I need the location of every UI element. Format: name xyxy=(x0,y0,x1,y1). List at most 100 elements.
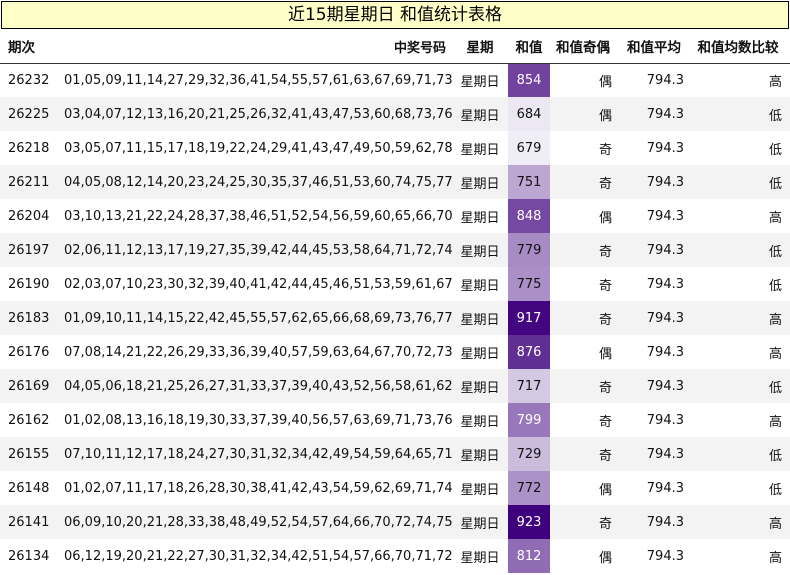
cell-period: 26148 xyxy=(8,480,50,496)
cell-compare: 低 xyxy=(768,142,782,158)
cell-period: 26155 xyxy=(0,437,54,471)
cell-average: 794.3 xyxy=(620,233,690,267)
table-row: 26134 06,12,19,20,21,22,27,30,31,32,34,42… xyxy=(0,539,790,573)
cell-period: 26141 xyxy=(0,505,54,539)
table-row: 26155 07,10,11,12,17,18,24,27,30,31,32,34… xyxy=(0,437,790,471)
cell-weekday: 星期日 xyxy=(460,210,500,226)
cell-weekday: 星期日 xyxy=(460,482,500,498)
header-average: 和值平均 xyxy=(620,30,690,64)
cell-weekday: 星期日 xyxy=(460,414,500,430)
cell-sum: 717 xyxy=(508,369,550,403)
cell-numbers: 01,09,10,11,14,15,22,42,45,55,57,62,65,6… xyxy=(54,301,452,335)
cell-average: 794.3 xyxy=(620,437,690,471)
cell-parity: 奇 xyxy=(550,165,620,199)
cell-period: 26218 xyxy=(8,140,50,156)
cell-numbers: 04,05,08,12,14,20,23,24,25,30,35,37,46,5… xyxy=(54,165,452,199)
cell-numbers: 07,08,14,21,22,26,29,33,36,39,40,57,59,6… xyxy=(64,344,452,360)
cell-sum: 729 xyxy=(508,437,550,471)
cell-compare: 低 xyxy=(690,165,790,199)
cell-parity: 偶 xyxy=(598,482,612,498)
cell-sum: 751 xyxy=(508,165,550,199)
cell-compare: 低 xyxy=(768,482,782,498)
cell-period: 26232 xyxy=(8,72,50,88)
cell-period: 26162 xyxy=(8,412,50,428)
cell-period: 26134 xyxy=(8,548,50,564)
cell-average: 794.3 xyxy=(620,505,690,539)
cell-sum: 876 xyxy=(508,335,550,369)
cell-weekday: 星期日 xyxy=(452,165,508,199)
cell-numbers: 03,10,13,21,22,24,28,37,38,46,51,52,54,5… xyxy=(64,208,452,224)
cell-weekday: 星期日 xyxy=(452,233,508,267)
cell-compare: 高 xyxy=(768,210,782,226)
cell-numbers: 03,05,07,11,15,17,18,19,22,24,29,41,43,4… xyxy=(64,140,452,156)
cell-numbers: 07,10,11,12,17,18,24,27,30,31,32,34,42,4… xyxy=(54,437,452,471)
cell-numbers: 06,09,10,20,21,28,33,38,48,49,52,54,57,6… xyxy=(54,505,452,539)
cell-weekday: 星期日 xyxy=(452,301,508,335)
cell-compare: 低 xyxy=(690,369,790,403)
cell-compare: 高 xyxy=(768,550,782,566)
header-period: 期次 xyxy=(0,30,54,64)
cell-numbers: 01,02,07,11,17,18,26,28,30,38,41,42,43,5… xyxy=(64,480,452,496)
cell-parity: 奇 xyxy=(550,437,620,471)
cell-parity: 偶 xyxy=(598,550,612,566)
table-row: 26225 03,04,07,12,13,16,20,21,25,26,32,41… xyxy=(0,97,790,131)
cell-sum: 923 xyxy=(508,505,550,539)
cell-numbers: 01,05,09,11,14,27,29,32,36,41,54,55,57,6… xyxy=(64,72,452,88)
cell-weekday: 星期日 xyxy=(452,437,508,471)
cell-average: 794.3 xyxy=(646,548,684,564)
cell-compare: 低 xyxy=(690,437,790,471)
cell-period: 26197 xyxy=(0,233,54,267)
cell-average: 794.3 xyxy=(646,480,684,496)
cell-weekday: 星期日 xyxy=(452,505,508,539)
cell-parity: 奇 xyxy=(598,278,612,294)
cell-average: 794.3 xyxy=(620,97,690,131)
cell-average: 794.3 xyxy=(646,208,684,224)
cell-weekday: 星期日 xyxy=(460,550,500,566)
cell-parity: 偶 xyxy=(550,97,620,131)
cell-weekday: 星期日 xyxy=(460,278,500,294)
table-title: 近15期星期日 和值统计表格 xyxy=(1,1,789,29)
page: 近15期星期日 和值统计表格 期次 中奖号码 星期 和值 和值奇偶 和值平均 和… xyxy=(0,0,790,575)
cell-period: 26204 xyxy=(8,208,50,224)
table-header: 期次 中奖号码 星期 和值 和值奇偶 和值平均 和值均数比较 xyxy=(0,30,790,64)
table-row: 26183 01,09,10,11,14,15,22,42,45,55,57,62… xyxy=(0,301,790,335)
cell-average: 794.3 xyxy=(620,301,690,335)
cell-compare: 高 xyxy=(768,414,782,430)
cell-period: 26211 xyxy=(0,165,54,199)
cell-weekday: 星期日 xyxy=(452,97,508,131)
cell-parity: 奇 xyxy=(550,301,620,335)
table-row: 26197 02,06,11,12,13,17,19,27,35,39,42,44… xyxy=(0,233,790,267)
cell-sum: 848 xyxy=(508,199,550,233)
cell-compare: 低 xyxy=(690,233,790,267)
cell-average: 794.3 xyxy=(646,276,684,292)
cell-sum: 775 xyxy=(508,267,550,301)
cell-compare: 高 xyxy=(768,74,782,90)
cell-parity: 奇 xyxy=(550,233,620,267)
cell-weekday: 星期日 xyxy=(460,142,500,158)
cell-parity: 偶 xyxy=(598,346,612,362)
cell-parity: 奇 xyxy=(598,142,612,158)
header-row: 期次 中奖号码 星期 和值 和值奇偶 和值平均 和值均数比较 xyxy=(0,30,790,64)
table-row: 26211 04,05,08,12,14,20,23,24,25,30,35,37… xyxy=(0,165,790,199)
cell-numbers: 03,04,07,12,13,16,20,21,25,26,32,41,43,4… xyxy=(54,97,452,131)
cell-weekday: 星期日 xyxy=(452,369,508,403)
cell-compare: 低 xyxy=(768,278,782,294)
cell-parity: 奇 xyxy=(550,505,620,539)
sum-statistics-table: 期次 中奖号码 星期 和值 和值奇偶 和值平均 和值均数比较 26232 01,0… xyxy=(0,30,790,573)
cell-numbers: 06,12,19,20,21,22,27,30,31,32,34,42,51,5… xyxy=(64,548,452,564)
cell-numbers: 02,03,07,10,23,30,32,39,40,41,42,44,45,4… xyxy=(64,276,452,292)
cell-period: 26176 xyxy=(8,344,50,360)
cell-period: 26190 xyxy=(8,276,50,292)
cell-numbers: 02,06,11,12,13,17,19,27,35,39,42,44,45,5… xyxy=(54,233,452,267)
header-weekday: 星期 xyxy=(452,30,508,64)
table-row: 26190 02,03,07,10,23,30,32,39,40,41,42,44… xyxy=(0,267,790,301)
table-row: 26162 01,02,08,13,16,18,19,30,33,37,39,40… xyxy=(0,403,790,437)
cell-sum: 854 xyxy=(508,63,550,97)
table-row: 26218 03,05,07,11,15,17,18,19,22,24,29,41… xyxy=(0,131,790,165)
cell-sum: 772 xyxy=(508,471,550,505)
cell-numbers: 04,05,06,18,21,25,26,27,31,33,37,39,40,4… xyxy=(54,369,452,403)
cell-sum: 679 xyxy=(508,131,550,165)
cell-average: 794.3 xyxy=(646,72,684,88)
table-row: 26141 06,09,10,20,21,28,33,38,48,49,52,54… xyxy=(0,505,790,539)
cell-period: 26169 xyxy=(0,369,54,403)
